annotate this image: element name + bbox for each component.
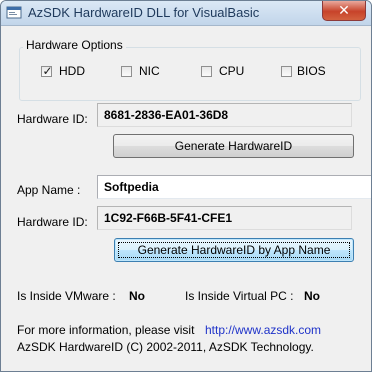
focus-indicator (118, 242, 350, 258)
hdd-label: HDD (59, 64, 85, 78)
checkmark-icon: ✓ (42, 64, 53, 78)
hardware-id-field[interactable]: 8681-2836-EA01-36D8 (97, 103, 352, 127)
vmware-label: Is Inside VMware : (17, 289, 116, 303)
bios-checkbox-box[interactable] (281, 66, 292, 77)
generate-hardware-id-by-app-name-button[interactable]: Generate HardwareID by App Name (114, 238, 354, 262)
app-window: AzSDK HardwareID DLL for VisualBasic ✕ H… (0, 0, 372, 372)
window-title: AzSDK HardwareID DLL for VisualBasic (28, 5, 260, 20)
hdd-checkbox-box[interactable]: ✓ (41, 64, 53, 78)
close-icon: ✕ (338, 2, 350, 18)
hardware-id-label: Hardware ID: (17, 112, 88, 126)
website-link[interactable]: http://www.azsdk.com (205, 323, 321, 337)
cpu-checkbox-box[interactable] (201, 66, 212, 77)
info-text: For more information, please visit (17, 323, 195, 337)
hardware-options-title: Hardware Options (23, 38, 126, 52)
app-icon (6, 6, 22, 19)
nic-checkbox-box[interactable] (121, 66, 132, 77)
virtualpc-label: Is Inside Virtual PC : (185, 289, 294, 303)
copyright-text: AzSDK HardwareID (C) 2002-2011, AzSDK Te… (17, 340, 314, 354)
generate-hardware-id-button[interactable]: Generate HardwareID (113, 134, 354, 158)
dialog-body: Hardware Options ✓ HDD NIC CPU BIOS Hard… (5, 26, 371, 367)
nic-label: NIC (139, 64, 160, 78)
vmware-value: No (129, 289, 145, 303)
app-name-input[interactable]: Softpedia (97, 175, 371, 199)
app-hardware-id-label: Hardware ID: (17, 215, 88, 229)
title-bar[interactable]: AzSDK HardwareID DLL for VisualBasic ✕ (1, 1, 371, 26)
app-hardware-id-field[interactable]: 1C92-F66B-5F41-CFE1 (97, 206, 352, 230)
close-button[interactable]: ✕ (322, 1, 366, 21)
app-name-label: App Name : (17, 183, 81, 197)
cpu-label: CPU (219, 64, 245, 78)
virtualpc-value: No (304, 289, 320, 303)
bios-label: BIOS (297, 64, 326, 78)
